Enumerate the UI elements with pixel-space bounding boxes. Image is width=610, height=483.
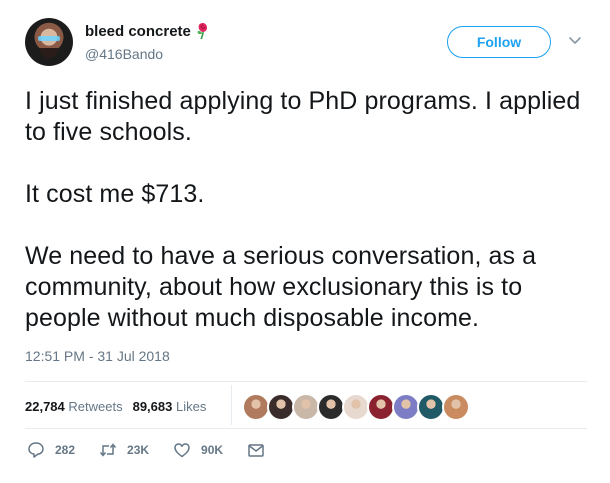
user-name-line: bleed concrete — [85, 22, 211, 40]
retweets-count: 22,784 — [25, 398, 65, 414]
divider — [25, 381, 587, 382]
user-handle[interactable]: @416Bando — [85, 46, 163, 62]
avatar-glasses — [38, 36, 60, 41]
liker-avatar[interactable] — [417, 393, 445, 421]
likes-label: Likes — [175, 398, 207, 414]
retweet-icon — [99, 443, 117, 457]
like-button[interactable]: 90K — [173, 441, 223, 459]
reply-button[interactable]: 282 — [27, 441, 75, 459]
display-name[interactable]: bleed concrete — [85, 23, 191, 40]
chevron-down-icon[interactable] — [568, 33, 582, 47]
divider — [25, 428, 587, 429]
liker-avatar[interactable] — [267, 393, 295, 421]
reply-count: 282 — [55, 443, 76, 457]
liker-avatar[interactable] — [392, 393, 420, 421]
retweet-count: 23K — [127, 443, 150, 457]
like-count: 90K — [201, 443, 224, 457]
heart-icon — [174, 443, 190, 458]
liker-avatar[interactable] — [317, 393, 345, 421]
avatar[interactable] — [25, 18, 73, 66]
tweet-text: I just finished applying to PhD programs… — [25, 86, 595, 334]
stats-separator — [231, 385, 232, 425]
tweet-card: bleed concrete @416Bando Follow I just f… — [0, 0, 610, 483]
likes-stat[interactable]: 89,683 Likes — [133, 399, 207, 414]
tweet-paragraph: We need to have a serious conversation, … — [25, 242, 537, 332]
avatar-beard — [40, 48, 58, 58]
tweet-stats: 22,784 Retweets 89,683 Likes — [25, 389, 216, 423]
liker-avatar[interactable] — [342, 393, 370, 421]
liker-avatar[interactable] — [292, 393, 320, 421]
liker-avatar[interactable] — [367, 393, 395, 421]
tweet-paragraph: It cost me $713. — [25, 180, 205, 208]
message-button[interactable] — [247, 441, 275, 459]
envelope-icon — [248, 444, 264, 457]
liker-avatar[interactable] — [242, 393, 270, 421]
tweet-paragraph: I just finished applying to PhD programs… — [25, 87, 581, 146]
liker-avatar[interactable] — [442, 393, 470, 421]
retweets-label: Retweets — [68, 398, 123, 414]
reply-icon — [28, 442, 44, 458]
retweet-button[interactable]: 23K — [99, 441, 149, 459]
likes-count: 89,683 — [132, 398, 173, 414]
rose-emoji-icon — [197, 23, 207, 40]
timestamp[interactable]: 12:51 PM - 31 Jul 2018 — [25, 348, 170, 364]
liker-avatars — [242, 393, 470, 421]
follow-button[interactable]: Follow — [447, 26, 551, 58]
retweets-stat[interactable]: 22,784 Retweets — [25, 399, 123, 414]
tweet-actions: 282 23K 90K — [27, 441, 299, 459]
